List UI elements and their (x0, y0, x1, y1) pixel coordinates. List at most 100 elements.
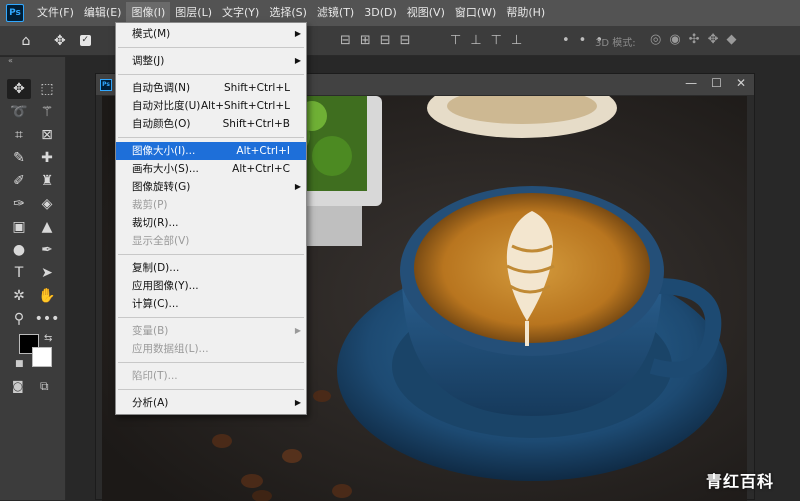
menu-separator (118, 47, 304, 48)
submenu-arrow-icon: ▶ (294, 326, 301, 335)
eraser-icon[interactable]: ◈ (35, 194, 59, 214)
menu-separator (118, 317, 304, 318)
document-ps-icon: Ps (100, 78, 112, 91)
image-menu-item: 裁剪(P) (116, 196, 306, 214)
eyedropper-icon[interactable]: ✎ (7, 148, 31, 168)
menu-item-3[interactable]: 图层(L) (170, 2, 217, 24)
healing-brush-icon[interactable]: ✚ (35, 148, 59, 168)
image-menu-item[interactable]: 计算(C)... (116, 295, 306, 313)
image-menu-item[interactable]: 分析(A) ▶ (116, 394, 306, 412)
menu-item-2[interactable]: 图像(I) (126, 2, 171, 24)
more-tools-icon[interactable]: ••• (35, 309, 60, 329)
menu-item-shortcut: Shift+Ctrl+B (222, 118, 290, 130)
menu-item-5[interactable]: 选择(S) (264, 2, 312, 24)
move-icon[interactable]: ✥ (7, 79, 31, 99)
image-menu-item[interactable]: 自动颜色(O) Shift+Ctrl+B (116, 115, 306, 133)
path-selection-icon[interactable]: ➤ (35, 263, 59, 283)
image-menu-item[interactable]: 裁切(R)... (116, 214, 306, 232)
home-icon[interactable]: ⌂ (16, 31, 36, 51)
menu-item-label: 裁切(R)... (132, 217, 179, 229)
menu-separator (118, 254, 304, 255)
type-icon[interactable]: T (7, 263, 31, 283)
gradient-icon[interactable]: ▣ (7, 217, 31, 237)
distribute-icons[interactable]: ⊤⊥⊤⊥ (450, 33, 531, 48)
menu-item-9[interactable]: 窗口(W) (450, 2, 501, 24)
menu-item-label: 图像旋转(G) (132, 181, 191, 193)
menu-item-shortcut: Alt+Ctrl+I (236, 145, 290, 157)
image-menu-item: 变量(B) ▶ (116, 322, 306, 340)
watermark-text: 青红百科 (706, 472, 775, 491)
menu-item-1[interactable]: 编辑(E) (79, 2, 127, 24)
image-menu-item: 陷印(T)... (116, 367, 306, 385)
collapse-panel-icon[interactable]: « (0, 57, 65, 67)
image-menu-item: 应用数据组(L)... (116, 340, 306, 358)
tools-panel: « ✥ ⬚ ➰ ⚚ ⌗ ⊠ ✎ ✚ ✐ ♜ ✑ ◈ ▣ ▲ ● ✒ T ➤ ✲ … (0, 57, 66, 500)
background-color-swatch[interactable] (32, 347, 52, 367)
menu-item-label: 自动颜色(O) (132, 118, 191, 130)
image-menu-item[interactable]: 应用图像(Y)... (116, 277, 306, 295)
image-menu-item[interactable]: 自动对比度(U) Alt+Shift+Ctrl+L (116, 97, 306, 115)
blur-icon[interactable]: ▲ (35, 217, 59, 237)
frame-icon[interactable]: ⊠ (35, 125, 59, 145)
maximize-icon[interactable]: ☐ (711, 76, 722, 90)
menu-item-label: 应用数据组(L)... (132, 343, 209, 355)
menu-item-10[interactable]: 帮助(H) (501, 2, 550, 24)
menu-item-label: 图像大小(I)... (132, 145, 196, 157)
magic-wand-icon[interactable]: ⚚ (35, 102, 59, 122)
image-menu-item[interactable]: 图像旋转(G) ▶ (116, 178, 306, 196)
image-menu-dropdown: 模式(M) ▶ 调整(J) ▶ 自动色调(N) Shift+Ctrl+L 自动对比度(U) A… (115, 22, 307, 415)
menu-item-label: 模式(M) (132, 28, 171, 40)
menu-item-label: 陷印(T)... (132, 370, 178, 382)
menu-separator (118, 137, 304, 138)
image-menu-item[interactable]: 图像大小(I)... Alt+Ctrl+I (116, 142, 306, 160)
image-menu-item[interactable]: 复制(D)... (116, 259, 306, 277)
menu-item-label: 应用图像(Y)... (132, 280, 199, 292)
menu-item-shortcut: Alt+Ctrl+C (232, 163, 290, 175)
3d-mode-icons[interactable]: ◎◉✣✥◆ (650, 32, 744, 47)
image-menu-item[interactable]: 调整(J) ▶ (116, 52, 306, 70)
menu-item-label: 调整(J) (132, 55, 165, 67)
submenu-arrow-icon: ▶ (294, 182, 301, 191)
3d-mode-label: 3D 模式: (595, 38, 636, 49)
menu-item-shortcut: Alt+Shift+Ctrl+L (200, 100, 290, 112)
menu-item-7[interactable]: 3D(D) (359, 2, 402, 24)
menu-item-label: 计算(C)... (132, 298, 179, 310)
menu-item-label: 自动色调(N) (132, 82, 191, 94)
history-brush-icon[interactable]: ✑ (7, 194, 31, 214)
menu-separator (118, 74, 304, 75)
marquee-icon[interactable]: ⬚ (35, 79, 59, 99)
menu-item-label: 裁剪(P) (132, 199, 168, 211)
screen-mode-icon[interactable]: ⧉ (40, 379, 49, 394)
menu-items: 文件(F) 编辑(E) 图像(I) 图层(L) 文字(Y) 选择(S) 滤镜(T) 3D(D)… (32, 2, 550, 24)
move-tool-icon[interactable]: ✥ (54, 33, 66, 49)
default-colors-icon[interactable]: ■ (15, 359, 24, 369)
menu-item-label: 显示全部(V) (132, 235, 190, 247)
menu-item-8[interactable]: 视图(V) (402, 2, 450, 24)
menu-separator (118, 362, 304, 363)
image-menu-item[interactable]: 模式(M) ▶ (116, 25, 306, 43)
clone-stamp-icon[interactable]: ♜ (35, 171, 59, 191)
menu-item-6[interactable]: 滤镜(T) (312, 2, 359, 24)
image-menu-item[interactable]: 画布大小(S)... Alt+Ctrl+C (116, 160, 306, 178)
align-icons[interactable]: ⊟⊞⊟⊟ (340, 33, 420, 48)
shape-icon[interactable]: ✲ (7, 286, 31, 306)
submenu-arrow-icon: ▶ (294, 398, 301, 407)
menu-item-0[interactable]: 文件(F) (32, 2, 79, 24)
dodge-icon[interactable]: ● (7, 240, 31, 260)
submenu-arrow-icon: ▶ (294, 29, 301, 38)
swap-colors-icon[interactable]: ⇆ (44, 333, 52, 344)
brush-icon[interactable]: ✐ (7, 171, 31, 191)
close-icon[interactable]: ✕ (736, 76, 746, 90)
quick-mask-icon[interactable]: ◙ (12, 379, 24, 393)
image-menu-item[interactable]: 自动色调(N) Shift+Ctrl+L (116, 79, 306, 97)
hand-icon[interactable]: ✋ (35, 286, 59, 306)
zoom-icon[interactable]: ⚲ (7, 309, 31, 329)
crop-icon[interactable]: ⌗ (7, 125, 31, 145)
menu-item-4[interactable]: 文字(Y) (217, 2, 264, 24)
submenu-arrow-icon: ▶ (294, 56, 301, 65)
pen-icon[interactable]: ✒ (35, 240, 59, 260)
auto-select-checkbox[interactable]: ✓ (79, 35, 91, 46)
photoshop-logo: Ps (6, 4, 24, 22)
minimize-icon[interactable]: — (685, 76, 697, 90)
lasso-icon[interactable]: ➰ (7, 102, 31, 122)
